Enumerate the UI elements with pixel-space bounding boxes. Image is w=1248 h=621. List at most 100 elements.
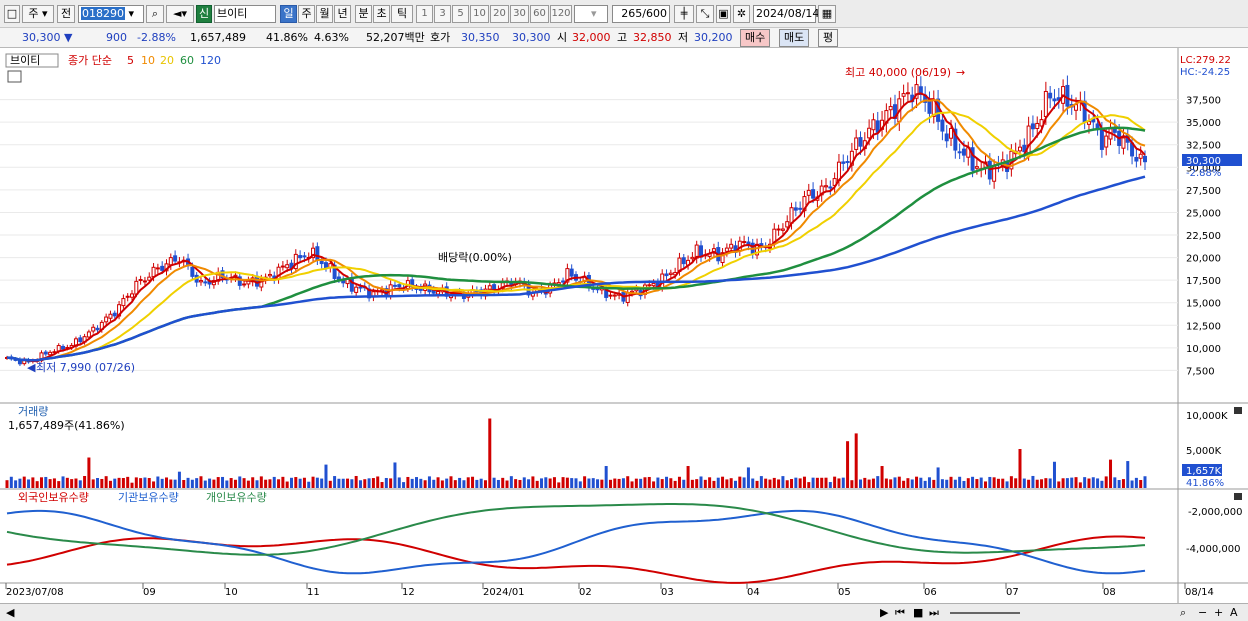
save-icon[interactable]: ▣ — [716, 5, 731, 23]
volume-bar — [514, 479, 518, 488]
volume-bar — [255, 480, 259, 488]
candle-body — [323, 262, 328, 269]
volume-bar — [294, 477, 298, 488]
legend-ma-label: 종가 단순 — [68, 54, 112, 67]
period-select[interactable]: 주 ▾ — [22, 5, 54, 23]
volume-bar — [242, 478, 246, 488]
volume-bar — [31, 477, 35, 488]
volume-bar — [376, 476, 380, 488]
volume-bar — [811, 477, 815, 488]
search-icon[interactable]: ⌕ — [146, 5, 164, 23]
candle-body — [1048, 92, 1053, 99]
candle-body — [776, 228, 781, 231]
draw-tool-icon[interactable]: ⤡ — [696, 5, 714, 23]
holding-tick-4m: -4,000,000 — [1186, 544, 1241, 555]
candle-body — [104, 316, 109, 323]
scroll-left-icon[interactable]: ◀ — [6, 605, 14, 620]
holding-tick-2m: -2,000,000 — [1188, 507, 1243, 518]
speaker-icon[interactable]: ◄▾ — [166, 5, 194, 23]
eval-button[interactable]: 평 — [818, 29, 839, 47]
calendar-icon[interactable]: ▦ — [818, 5, 836, 23]
interval-1-button[interactable]: 1 — [416, 5, 433, 23]
stop-icon[interactable]: ■ — [913, 605, 923, 620]
custom-interval-select[interactable]: ▾ — [574, 5, 608, 23]
zoom-in-icon[interactable]: + — [1214, 605, 1223, 620]
volume-bar — [126, 476, 130, 488]
credit-badge: 신 — [196, 5, 212, 23]
volume-bar — [70, 479, 74, 488]
volume-bar — [139, 478, 143, 488]
price-value: 30,300 — [22, 31, 61, 44]
interval-20-button[interactable]: 20 — [490, 5, 509, 23]
volume-bar — [721, 476, 725, 488]
window-icon[interactable]: □ — [4, 5, 20, 23]
interval-120-button[interactable]: 120 — [550, 5, 572, 23]
lc-readout: LC:279.22 — [1180, 55, 1231, 66]
candle-body — [681, 257, 686, 265]
period-minute-button[interactable]: 분 — [355, 5, 372, 23]
hc-readout: HC:-24.25 — [1180, 67, 1230, 78]
scroll-right-icon[interactable]: ▶ — [880, 605, 888, 620]
last-page-icon[interactable]: ⏭ — [929, 605, 939, 620]
volume-bar — [910, 479, 914, 488]
candle-body — [48, 351, 53, 356]
holding-panel-close-icon[interactable] — [1234, 493, 1242, 500]
volume-bar — [906, 478, 910, 488]
volume-bar — [1052, 461, 1056, 488]
volume-bar — [785, 480, 789, 488]
period-tick-button[interactable]: 틱 — [391, 5, 413, 23]
volume-bar — [522, 477, 526, 488]
candle-body — [780, 228, 785, 231]
volume-bar — [682, 479, 686, 488]
candle-body — [358, 286, 363, 289]
stock-code-input[interactable]: 018290 ▾ — [78, 5, 144, 23]
period-week-button[interactable]: 주 — [298, 5, 315, 23]
volume-bar — [915, 476, 919, 488]
candle-body — [793, 207, 798, 211]
volume-bar — [794, 477, 798, 488]
search-icon-status[interactable]: ⌕ — [1180, 605, 1186, 620]
volume-bar — [160, 478, 164, 488]
date-field[interactable]: 2024/08/14 — [753, 5, 819, 23]
candle-body — [43, 351, 48, 355]
prev-button[interactable]: 전 — [57, 5, 75, 23]
candle-body — [492, 284, 497, 290]
period-day-button[interactable]: 일 — [280, 5, 297, 23]
volume-bar — [1104, 476, 1108, 488]
candle-body — [569, 268, 574, 277]
candle-body — [203, 281, 208, 284]
volume-bars — [5, 418, 1147, 488]
period-month-button[interactable]: 월 — [316, 5, 333, 23]
font-icon[interactable]: A — [1230, 605, 1238, 620]
period-second-button[interactable]: 초 — [373, 5, 390, 23]
volume-bar — [940, 479, 944, 488]
volume-bar — [74, 478, 78, 488]
volume-bar — [78, 480, 82, 488]
count-field[interactable]: 265/600 — [612, 5, 670, 23]
volume-bar — [1070, 477, 1074, 488]
volume-bar — [113, 478, 117, 488]
interval-30-button[interactable]: 30 — [510, 5, 529, 23]
candle-body — [789, 207, 794, 224]
sell-button[interactable]: 매도 — [779, 29, 810, 47]
interval-5-button[interactable]: 5 — [452, 5, 469, 23]
price-tick-label: 10,000 — [1186, 344, 1221, 355]
zoom-slider[interactable] — [950, 612, 1020, 614]
interval-60-button[interactable]: 60 — [530, 5, 549, 23]
interval-3-button[interactable]: 3 — [434, 5, 451, 23]
gear-icon[interactable]: ✲ — [733, 5, 750, 23]
first-page-icon[interactable]: ⏮ — [895, 605, 905, 620]
volume-bar — [936, 467, 940, 488]
volume-bar — [371, 478, 375, 488]
zoom-out-icon[interactable]: − — [1198, 605, 1207, 620]
quote-bar: 30,300 ▼ 900 -2.88% 1,657,489 41.86% 4.6… — [0, 28, 1248, 48]
candle-type-icon[interactable]: ╪ — [674, 5, 694, 23]
interval-10-button[interactable]: 10 — [470, 5, 489, 23]
volume-panel-close-icon[interactable] — [1234, 407, 1242, 414]
period-year-button[interactable]: 년 — [334, 5, 351, 23]
table-toggle-icon[interactable] — [7, 70, 22, 83]
volume-bar — [863, 477, 867, 488]
volume-bar — [147, 478, 151, 488]
candle-body — [78, 337, 83, 343]
buy-button[interactable]: 매수 — [740, 29, 771, 47]
